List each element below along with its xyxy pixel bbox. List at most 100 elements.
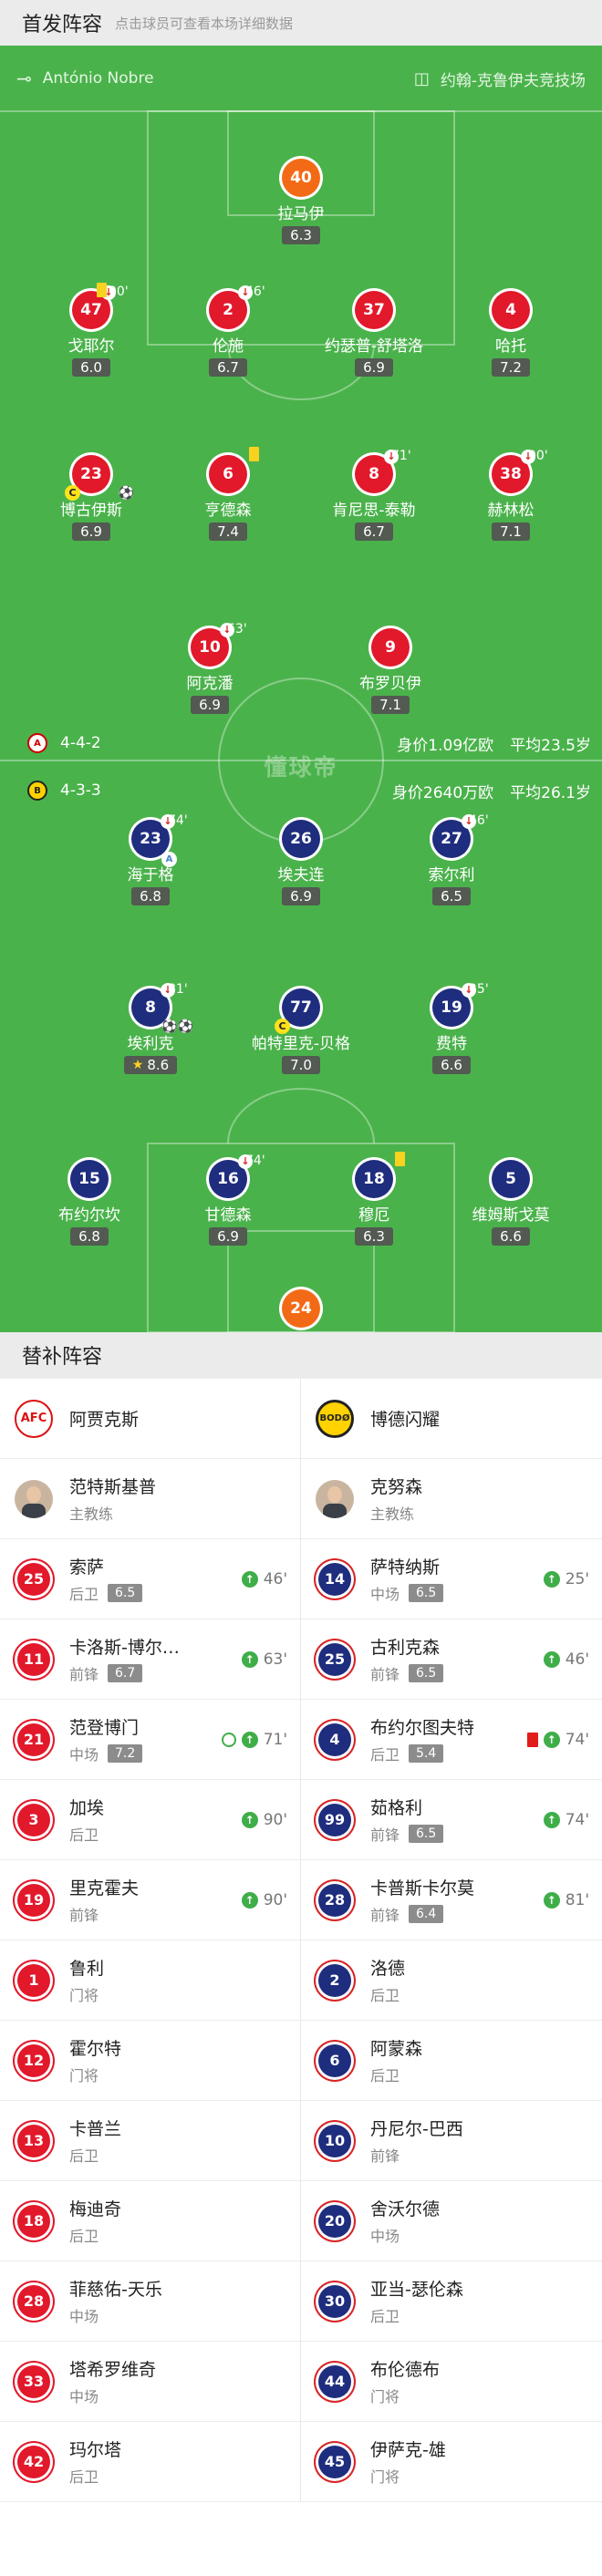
- sub-player-row[interactable]: 6 阿蒙森 后卫: [301, 2021, 602, 2101]
- player-away[interactable]: 19 ↓ 25' 费特 6.6: [374, 982, 529, 1074]
- sub-number: 2: [316, 1960, 354, 2000]
- sub-player-row[interactable]: 42 玛尔塔 后卫: [0, 2422, 300, 2502]
- coach-avatar: [15, 1479, 53, 1518]
- sub-number: 25: [316, 1640, 354, 1679]
- player-home[interactable]: 10 ↓ 63' 阿克潘 6.9: [132, 622, 287, 714]
- player-home[interactable]: 9 布罗贝伊 7.1: [313, 628, 468, 714]
- sub-on-icon: ↑: [241, 1650, 258, 1668]
- player-away[interactable]: 5 维姆斯戈莫 6.6: [433, 1160, 588, 1246]
- player-away[interactable]: 23 ↓ 74' A 海于格 6.8: [73, 813, 228, 905]
- player-number: 23 C ⚽: [65, 455, 134, 501]
- player-away[interactable]: 26 埃夫连 6.9: [223, 820, 379, 905]
- player-name: 帕特里克-贝格: [251, 1035, 351, 1053]
- sub-player-row[interactable]: 18 梅迪奇后卫: [0, 2181, 300, 2261]
- player-rating: 6.9: [282, 887, 320, 905]
- sub-player-row[interactable]: 44 布伦德布 门将: [301, 2342, 602, 2422]
- coach-name: 范特斯基普: [69, 1477, 157, 1497]
- player-away[interactable]: 18 穆厄 6.3: [296, 1152, 452, 1246]
- sub-number: 6: [316, 2041, 354, 2080]
- lineup-title: 首发阵容: [22, 14, 103, 36]
- away-team-row[interactable]: BODØ 博德闪耀: [301, 1379, 602, 1459]
- sub-player-row[interactable]: 99 茹格利 前锋 6.5 ↑ 74': [301, 1780, 602, 1860]
- sub-on-icon: ↑: [543, 1811, 560, 1828]
- sub-position: 中场 7.2: [69, 1743, 143, 1764]
- player-home[interactable]: 38 ↓ 90' 赫林松 7.1: [433, 449, 588, 541]
- player-number: 5: [492, 1160, 530, 1198]
- player-home[interactable]: 8 ↓ 71' 肯尼思-泰勒 6.7: [296, 449, 452, 541]
- sub-number: 33: [15, 2362, 53, 2401]
- player-home[interactable]: 6 亨德森 7.4: [150, 447, 306, 541]
- sub-number: 18: [15, 2201, 53, 2240]
- home-team-row[interactable]: AFC 阿贾克斯: [0, 1379, 300, 1459]
- goal-icon: ⚽⚽: [161, 1019, 193, 1034]
- player-away[interactable]: 24豪格7.3: [223, 1289, 379, 1332]
- home-coach-row[interactable]: 范特斯基普 主教练: [0, 1459, 300, 1539]
- away-coach-row[interactable]: 克努森 主教练: [301, 1459, 602, 1539]
- sub-position: 前锋: [69, 1907, 99, 1924]
- mvp-star-icon: ★: [131, 1058, 144, 1072]
- sub-player-row[interactable]: 20 舍沃尔德 中场: [301, 2181, 602, 2261]
- sub-time: 25': [469, 982, 489, 997]
- player-rating: 6.6: [492, 1227, 530, 1246]
- sub-player-row[interactable]: 3 加埃 后卫 ↑ 90': [0, 1780, 300, 1860]
- player-number: 16 ↓ 74': [209, 1154, 265, 1198]
- sub-player-row[interactable]: 1 鲁利 门将: [0, 1940, 300, 2021]
- sub-rating: 6.4: [409, 1905, 444, 1923]
- sub-position: 前锋 6.4: [370, 1903, 474, 1925]
- player-rating: 6.7: [355, 522, 393, 541]
- sub-rating: 6.5: [409, 1825, 444, 1843]
- sub-time: 63': [227, 622, 247, 636]
- player-home[interactable]: 23 C ⚽ 博古伊斯 6.9: [14, 455, 169, 541]
- player-name: 肯尼思-泰勒: [332, 502, 416, 520]
- player-away[interactable]: 77 C 帕特里克-贝格 7.0: [223, 988, 379, 1074]
- sub-name: 古利克森: [370, 1638, 441, 1658]
- sub-position: 门将: [69, 1987, 99, 2004]
- sub-player-row[interactable]: 13 卡普兰 后卫: [0, 2101, 300, 2181]
- sub-player-row[interactable]: 45 伊萨克-雄 门将: [301, 2422, 602, 2502]
- player-away[interactable]: 27 ↓ 46' 索尔利 6.5: [374, 813, 529, 905]
- home-value: 身价1.09亿欧: [397, 736, 494, 755]
- player-rating: 7.4: [209, 522, 247, 541]
- stadium-icon: ◫: [413, 68, 430, 88]
- sub-player-row[interactable]: 25 索萨 后卫 6.5 ↑ 46': [0, 1539, 300, 1619]
- player-home[interactable]: 40 拉马伊 6.3: [223, 159, 379, 244]
- player-rating: 7.1: [371, 696, 410, 714]
- sub-player-row[interactable]: 11 卡洛斯-博尔… 前锋 6.7 ↑ 63': [0, 1619, 300, 1700]
- player-home[interactable]: 47 ↓ 90' 戈耶尔 6.0: [14, 283, 169, 377]
- sub-player-row[interactable]: 30 亚当-瑟伦森 后卫: [301, 2261, 602, 2342]
- sub-player-row[interactable]: 10 丹尼尔-巴西 前锋: [301, 2101, 602, 2181]
- player-rating: 6.9: [191, 696, 229, 714]
- sub-number: 44: [316, 2362, 354, 2401]
- sub-player-row[interactable]: 33 塔希罗维奇 中场: [0, 2342, 300, 2422]
- sub-player-row[interactable]: 25 古利克森 前锋 6.5 ↑ 46': [301, 1619, 602, 1700]
- sub-player-row[interactable]: 19 里克霍夫 前锋 ↑ 90': [0, 1860, 300, 1940]
- ajax-logo-icon: A: [27, 733, 47, 753]
- away-subs-column: BODØ 博德闪耀 克努森 主教练 14 萨特纳斯 中场 6.5 ↑ 25' 25 古利克森前锋…: [301, 1379, 602, 2502]
- sub-name: 梅迪奇: [69, 2199, 122, 2219]
- sub-player-row[interactable]: 2 洛德 后卫: [301, 1940, 602, 2021]
- sub-player-row[interactable]: 21 范登博门 中场 7.2 ↑ 71': [0, 1700, 300, 1780]
- sub-on-time: 71': [263, 1730, 287, 1749]
- player-home[interactable]: 2 ↓ 46' 伦施 6.7: [150, 284, 306, 377]
- player-rating: 6.6: [432, 1056, 471, 1074]
- sub-name: 菲慈佑-天乐: [69, 2280, 162, 2300]
- sub-player-row[interactable]: 28 卡普斯卡尔莫 前锋 6.4 ↑ 81': [301, 1860, 602, 1940]
- away-formation: 4-3-3: [60, 781, 101, 800]
- sub-rating: 5.4: [409, 1744, 444, 1763]
- player-number: 38 ↓ 90': [492, 449, 548, 493]
- sub-name: 霍尔特: [69, 2039, 122, 2059]
- player-away[interactable]: 15 布约尔坎 6.8: [12, 1160, 167, 1246]
- sub-number: 28: [15, 2281, 53, 2321]
- home-age: 平均23.5岁: [510, 736, 591, 755]
- sub-position: 后卫: [69, 2228, 99, 2245]
- sub-player-row[interactable]: 14 萨特纳斯 中场 6.5 ↑ 25': [301, 1539, 602, 1619]
- player-home[interactable]: 37 约瑟普-舒塔洛 6.9: [296, 291, 452, 377]
- sub-number: 28: [316, 1880, 354, 1919]
- away-team-name: 博德闪耀: [370, 1410, 441, 1430]
- sub-player-row[interactable]: 12 霍尔特 门将: [0, 2021, 300, 2101]
- player-home[interactable]: 4 哈托 7.2: [433, 291, 588, 377]
- player-away[interactable]: 8 ↓ 81' ⚽⚽ 埃利克 ★ 8.6: [73, 982, 228, 1074]
- sub-player-row[interactable]: 28 菲慈佑-天乐 中场: [0, 2261, 300, 2342]
- sub-player-row[interactable]: 4 布约尔图夫特 后卫 5.4 ↑ 74': [301, 1700, 602, 1780]
- player-away[interactable]: 16 ↓ 74' 甘德森 6.9: [150, 1154, 306, 1246]
